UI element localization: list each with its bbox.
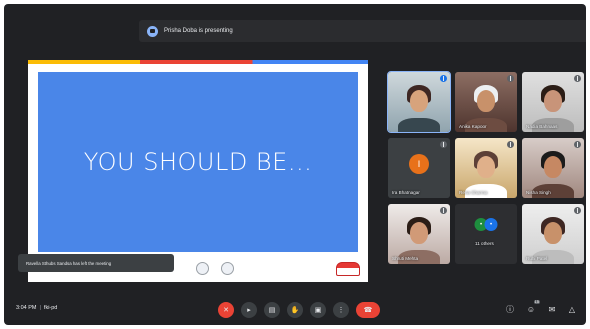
activities-icon: △ [568,305,576,314]
mic-off-button[interactable]: ✕ [218,302,234,318]
school-logo [336,262,360,276]
participant-name: Nadia Bahnaas [526,124,558,129]
people-button[interactable]: ☺ 15 [525,300,540,316]
participant-tile[interactable]: Ruhi Patel [522,204,584,264]
slide: YOU SHOULD BE... [38,72,358,252]
captions-icon: ▤ [268,306,276,314]
mic-off-icon [574,207,581,214]
presenting-text: Prisha Doba is presenting [164,28,233,34]
participant-name: Ruhi Patel [526,256,548,261]
chat-icon: ✉ [548,305,556,314]
mic-off-icon [507,141,514,148]
captions-button[interactable]: ▤ [264,302,280,318]
participant-name: Shruti Mehta [392,256,419,261]
participant-name: Ira Bhatnagar [392,190,420,195]
more-vert-icon: ⋮ [337,306,345,314]
hangup-icon: ☎ [363,306,373,314]
raise-hand-button[interactable]: ✋ [287,302,303,318]
mic-off-icon: ✕ [223,306,229,314]
others-count: 11 others [475,241,494,246]
presenting-icon [147,25,158,37]
present-button[interactable]: ▣ [310,302,326,318]
camera-icon: ▸ [247,306,251,314]
slide-footer-icon [196,262,209,275]
people-icon: ☺ [526,305,536,314]
toast-text: Ravella Sthubs Sandsa has left the meeti… [26,260,112,266]
presenting-banner: Prisha Doba is presenting [139,20,586,42]
bottom-bar: 3:04 PM | fki-pd ✕ ▸ ▤ ✋ ▣ ⋮ ☎ ⓘ ☺ 15 ✉ … [4,295,586,325]
mic-active-icon [440,75,447,82]
mic-off-icon [440,141,447,148]
hand-icon: ✋ [290,306,300,314]
others-tile[interactable]: • • 11 others [455,204,517,264]
others-avatars: • • [474,218,498,231]
mic-off-icon [507,75,514,82]
participant-tile[interactable]: I Ira Bhatnagar [388,138,450,198]
meeting-info-button[interactable]: ⓘ [504,304,516,316]
left-meeting-toast: Ravella Sthubs Sandsa has left the meeti… [18,254,174,272]
info-icon: ⓘ [506,305,514,314]
participant-avatar: I [409,154,429,174]
participant-tile[interactable]: Anika Kapoor [455,72,517,132]
participant-tile[interactable]: Nadia Bahnaas [522,72,584,132]
camera-button[interactable]: ▸ [241,302,257,318]
slide-title: YOU SHOULD BE... [83,148,313,176]
participant-tile[interactable] [387,71,451,133]
presentation-stage[interactable]: YOU SHOULD BE... [28,60,368,282]
leave-call-button[interactable]: ☎ [356,302,380,318]
people-count-badge: 15 [533,299,540,304]
participant-tile[interactable]: Nisha Singh [522,138,584,198]
present-icon: ▣ [314,306,322,314]
participant-name: Rena Sharma [459,190,488,195]
meet-window: Prisha Doba is presenting YOU SHOULD BE.… [4,4,586,325]
more-options-button[interactable]: ⋮ [333,302,349,318]
slide-footer-icon [221,262,234,275]
participant-tile[interactable]: Rena Sharma [455,138,517,198]
mic-off-icon [574,141,581,148]
participant-tile[interactable]: Shruti Mehta [388,204,450,264]
meeting-code: fki-pd [43,305,58,311]
activities-button[interactable]: △ [566,304,578,316]
participant-name: Nisha Singh [526,190,551,195]
chat-button[interactable]: ✉ [546,304,558,316]
participant-name: Anika Kapoor [459,124,487,129]
mic-off-icon [574,75,581,82]
slide-top-accent [28,60,368,64]
mic-off-icon [440,207,447,214]
time-text: 3:04 PM [16,305,37,311]
meeting-clock: 3:04 PM | fki-pd [16,305,58,311]
